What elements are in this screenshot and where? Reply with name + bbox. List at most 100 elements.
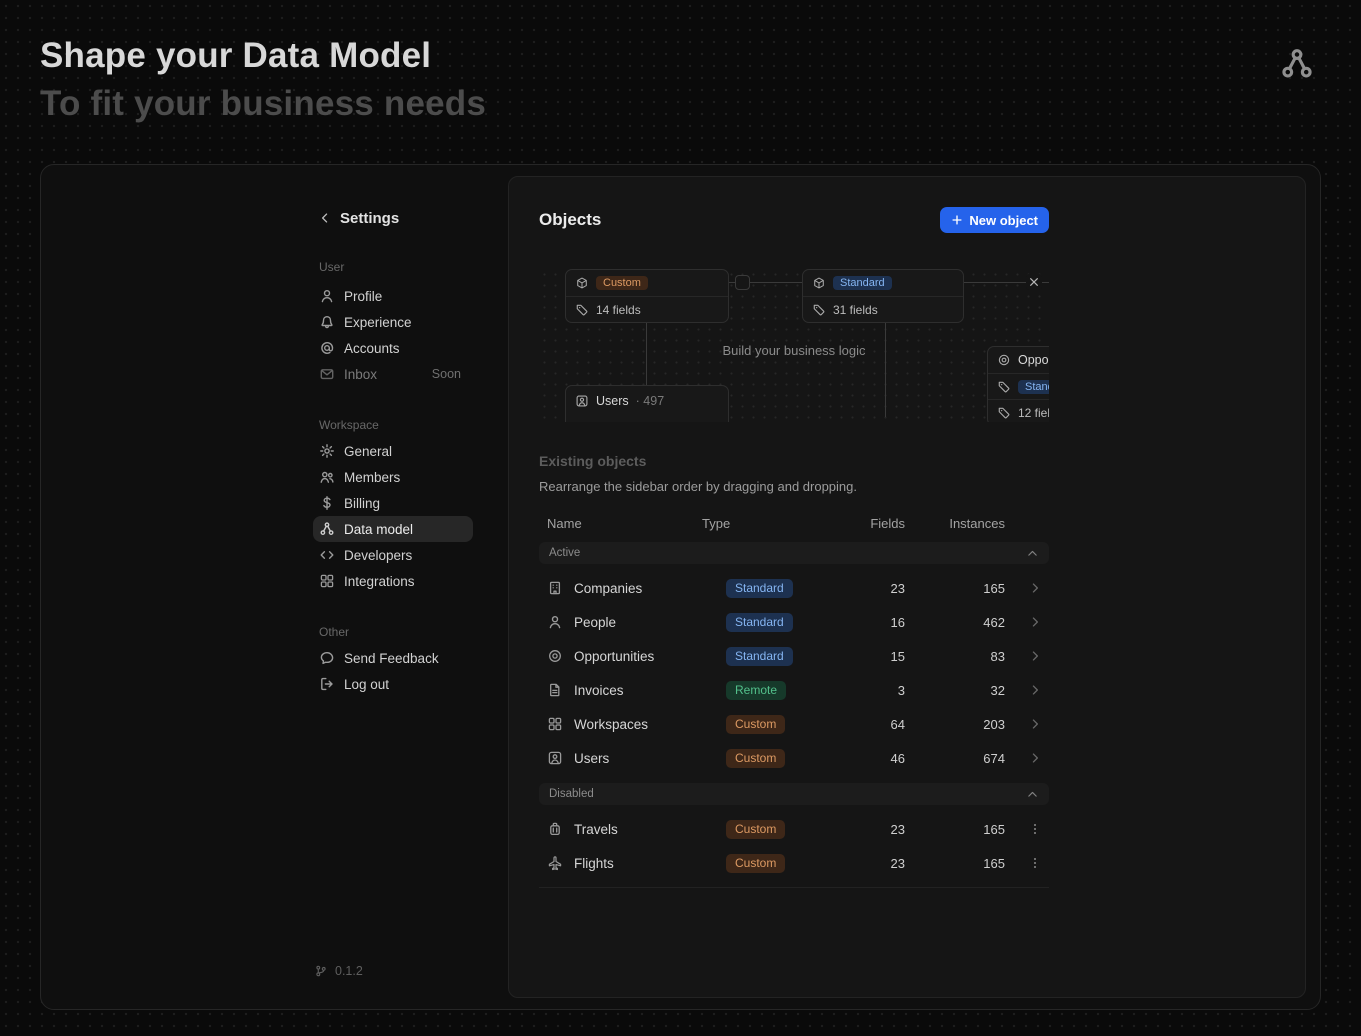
instances-count: 83 — [935, 649, 1005, 664]
canvas-node-standard[interactable]: Standard 31 fields — [802, 269, 964, 323]
sidebar-item-label: General — [344, 444, 392, 459]
fields-count: 46 — [819, 751, 905, 766]
cube-icon — [812, 276, 826, 290]
group-label: Active — [549, 547, 580, 559]
table-row-people[interactable]: People Standard 16 462 — [539, 605, 1049, 639]
kebab-menu-icon[interactable] — [1028, 856, 1042, 870]
table-end-divider — [539, 887, 1049, 888]
canvas-node-users[interactable]: Users · 497 — [565, 385, 729, 422]
speech-bubble-icon — [319, 650, 335, 666]
chevron-right-icon[interactable] — [1028, 615, 1042, 629]
chevron-right-icon[interactable] — [1028, 751, 1042, 765]
fields-count: 23 — [819, 856, 905, 871]
fields-count: 3 — [819, 683, 905, 698]
instances-count: 674 — [935, 751, 1005, 766]
object-name: Travels — [574, 822, 618, 837]
existing-objects-title: Existing objects — [539, 452, 1049, 470]
people-icon — [319, 469, 335, 485]
instances-count: 165 — [935, 856, 1005, 871]
fields-count: 16 — [819, 615, 905, 630]
group-header-active[interactable]: Active — [539, 542, 1049, 564]
user-card-icon — [547, 750, 563, 766]
section-user-items: Profile Experience Accounts Inbox Soon — [313, 283, 473, 387]
column-name: Name — [547, 516, 582, 531]
sidebar-item-developers[interactable]: Developers — [313, 542, 473, 568]
page: { "hero": { "title": "Shape your Data Mo… — [0, 0, 1361, 1036]
code-icon — [319, 547, 335, 563]
mail-icon — [319, 366, 335, 382]
type-badge: Standard — [833, 276, 892, 290]
sidebar-item-log-out[interactable]: Log out — [313, 671, 473, 697]
table-row-users[interactable]: Users Custom 46 674 — [539, 741, 1049, 775]
canvas-node-custom[interactable]: Custom 14 fields — [565, 269, 729, 323]
plus-icon — [951, 214, 963, 226]
new-object-button[interactable]: New object — [940, 207, 1049, 233]
fields-count: 23 — [819, 822, 905, 837]
canvas-node-opportunities[interactable]: Opportunities Standard 12 fields — [987, 346, 1049, 422]
table-row-travels[interactable]: Travels Custom 23 165 — [539, 812, 1049, 846]
person-icon — [547, 614, 563, 630]
table-row-opportunities[interactable]: Opportunities Standard 15 83 — [539, 639, 1049, 673]
sidebar-item-label: Send Feedback — [344, 651, 439, 666]
at-sign-icon — [319, 340, 335, 356]
person-icon — [319, 288, 335, 304]
sidebar-item-label: Accounts — [344, 341, 400, 356]
object-name: Companies — [574, 581, 642, 596]
type-badge: Custom — [726, 820, 785, 839]
version-number: 0.1.2 — [335, 964, 363, 978]
type-badge: Standard — [726, 647, 793, 666]
instances-count: 203 — [935, 717, 1005, 732]
node-title: Opportunities — [1018, 353, 1049, 367]
bell-icon — [319, 314, 335, 330]
tag-icon — [812, 303, 826, 317]
app-version: 0.1.2 — [314, 964, 363, 978]
sidebar-item-accounts[interactable]: Accounts — [313, 335, 473, 361]
type-badge: Standard — [1018, 380, 1049, 394]
table-row-workspaces[interactable]: Workspaces Custom 64 203 — [539, 707, 1049, 741]
node-title: Users — [596, 394, 629, 408]
object-name: Flights — [574, 856, 614, 871]
column-type: Type — [702, 516, 730, 531]
disabled-rows: Travels Custom 23 165 Flights Custom 23 … — [539, 805, 1049, 880]
type-badge: Remote — [726, 681, 786, 700]
settings-card: Settings User Profile Experience Account… — [40, 164, 1321, 1010]
chevron-right-icon[interactable] — [1028, 581, 1042, 595]
gear-icon — [319, 443, 335, 459]
connector-line — [885, 320, 886, 417]
sidebar-item-members[interactable]: Members — [313, 464, 473, 490]
sidebar-item-billing[interactable]: Billing — [313, 490, 473, 516]
section-label-other: Other — [313, 624, 473, 640]
sidebar-item-experience[interactable]: Experience — [313, 309, 473, 335]
type-badge: Standard — [726, 613, 793, 632]
section-workspace-items: General Members Billing Data model Devel… — [313, 438, 473, 594]
column-fields: Fields — [819, 516, 905, 531]
type-badge: Custom — [726, 715, 785, 734]
grid-icon — [547, 716, 563, 732]
sidebar-item-general[interactable]: General — [313, 438, 473, 464]
chevron-up-icon[interactable] — [1026, 788, 1039, 801]
sidebar-item-send-feedback[interactable]: Send Feedback — [313, 645, 473, 671]
close-icon[interactable] — [1026, 274, 1042, 290]
object-name: Opportunities — [574, 649, 654, 664]
table-row-flights[interactable]: Flights Custom 23 165 — [539, 846, 1049, 880]
sidebar-item-label: Members — [344, 470, 400, 485]
sidebar-item-label: Developers — [344, 548, 412, 563]
sidebar-item-integrations[interactable]: Integrations — [313, 568, 473, 594]
chevron-up-icon[interactable] — [1026, 547, 1039, 560]
group-header-disabled[interactable]: Disabled — [539, 783, 1049, 805]
chevron-right-icon[interactable] — [1028, 649, 1042, 663]
sidebar-item-label: Experience — [344, 315, 412, 330]
user-card-icon — [575, 394, 589, 408]
sidebar-item-data-model[interactable]: Data model — [313, 516, 473, 542]
kebab-menu-icon[interactable] — [1028, 822, 1042, 836]
data-model-canvas[interactable]: Custom 14 fields Standard 31 fields — [539, 269, 1049, 422]
settings-back[interactable]: Settings — [313, 205, 473, 231]
table-row-companies[interactable]: Companies Standard 23 165 — [539, 571, 1049, 605]
sidebar-item-profile[interactable]: Profile — [313, 283, 473, 309]
table-row-invoices[interactable]: Invoices Remote 3 32 — [539, 673, 1049, 707]
chevron-right-icon[interactable] — [1028, 683, 1042, 697]
object-name: Users — [574, 751, 609, 766]
cube-icon — [575, 276, 589, 290]
sidebar-item-label: Billing — [344, 496, 380, 511]
chevron-right-icon[interactable] — [1028, 717, 1042, 731]
